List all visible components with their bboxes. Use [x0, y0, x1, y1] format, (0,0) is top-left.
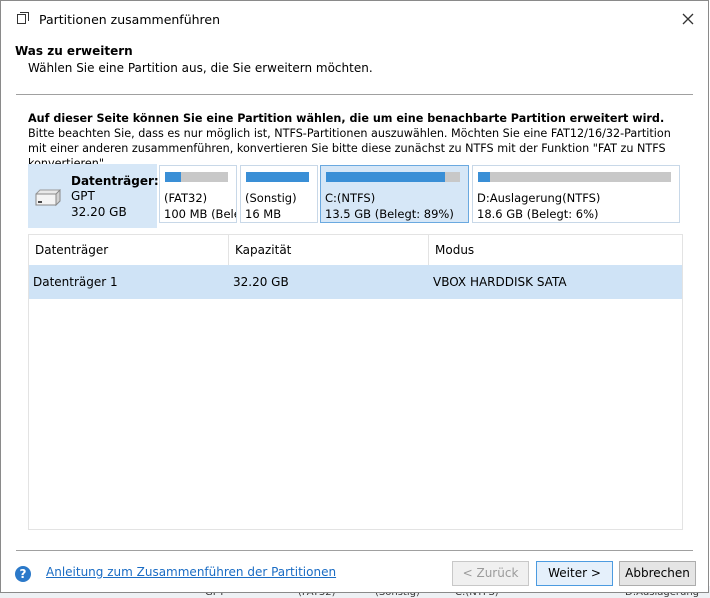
description-text: Auf dieser Seite können Sie eine Partiti…: [28, 111, 678, 171]
partition-name: C:(NTFS): [325, 191, 376, 205]
title-bar[interactable]: Partitionen zusammenführen: [1, 1, 708, 37]
partition-name: D:Auslagerung(NTFS): [477, 191, 601, 205]
help-link[interactable]: Anleitung zum Zusammenführen der Partiti…: [46, 565, 336, 579]
disk-info-panel[interactable]: Datenträger:1 GPT 32.20 GB: [28, 164, 167, 228]
merge-partitions-dialog: Partitionen zusammenführen Was zu erweit…: [0, 0, 709, 593]
section-subtitle: Wählen Sie eine Partition aus, die Sie e…: [28, 61, 373, 75]
cell-mode: VBOX HARDDISK SATA: [433, 275, 567, 289]
disk-size: 32.20 GB: [71, 205, 127, 219]
usage-fill: [326, 172, 446, 182]
close-button[interactable]: [668, 1, 708, 37]
disk-name: Datenträger:1: [71, 174, 168, 188]
partition-info: 13.5 GB (Belegt: 89%): [325, 207, 454, 221]
footer-divider: [16, 550, 693, 551]
merge-window-icon: [17, 12, 29, 24]
close-icon: [682, 13, 694, 25]
next-button[interactable]: Weiter >: [536, 561, 613, 586]
disk-table: Datenträger Kapazität Modus Datenträger …: [28, 234, 683, 530]
disk-type: GPT: [71, 189, 95, 203]
section-title: Was zu erweitern: [15, 44, 133, 58]
usage-fill: [165, 172, 181, 182]
window-title: Partitionen zusammenführen: [39, 12, 221, 27]
cell-disk: Datenträger 1: [33, 275, 118, 289]
usage-fill: [478, 172, 490, 182]
column-header-mode[interactable]: Modus: [429, 235, 682, 265]
partition-c-ntfs[interactable]: C:(NTFS) 13.5 GB (Belegt: 89%): [320, 165, 469, 223]
partition-name: (Sonstig): [245, 191, 297, 205]
header-divider: [16, 94, 693, 95]
column-header-disk[interactable]: Datenträger: [29, 235, 229, 265]
description-bold: Auf dieser Seite können Sie eine Partiti…: [28, 112, 665, 125]
usage-bar: [478, 172, 671, 182]
partition-info: 100 MB (Bele: [164, 207, 237, 221]
usage-bar: [246, 172, 309, 182]
table-header: Datenträger Kapazität Modus: [29, 235, 682, 266]
cancel-button[interactable]: Abbrechen: [619, 561, 696, 586]
column-header-capacity[interactable]: Kapazität: [229, 235, 429, 265]
help-icon[interactable]: ?: [15, 566, 31, 582]
table-row[interactable]: Datenträger 1 32.20 GB VBOX HARDDISK SAT…: [29, 265, 682, 299]
partition-name: (FAT32): [164, 191, 208, 205]
partition-info: 16 MB: [245, 207, 282, 221]
partition-info: 18.6 GB (Belegt: 6%): [477, 207, 599, 221]
cell-capacity: 32.20 GB: [233, 275, 289, 289]
back-button[interactable]: < Zurück: [452, 561, 529, 586]
partition-fat32[interactable]: (FAT32) 100 MB (Bele: [159, 165, 237, 223]
disk-map: Datenträger:1 GPT 32.20 GB (FAT32) 100 M…: [28, 164, 683, 228]
usage-fill: [246, 172, 309, 182]
hard-disk-icon: [35, 189, 61, 207]
usage-bar: [165, 172, 228, 182]
partition-sonstig[interactable]: (Sonstig) 16 MB: [240, 165, 318, 223]
partition-d-auslagerung[interactable]: D:Auslagerung(NTFS) 18.6 GB (Belegt: 6%): [472, 165, 680, 223]
usage-bar: [326, 172, 460, 182]
